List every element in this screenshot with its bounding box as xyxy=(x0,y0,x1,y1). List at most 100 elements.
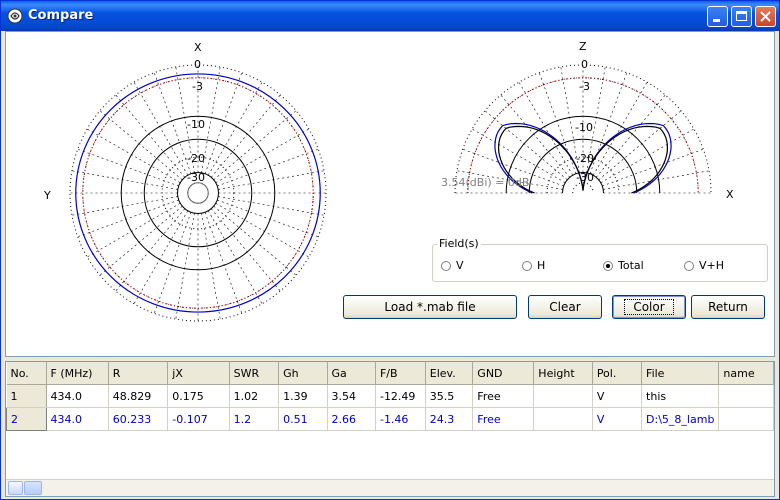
table-cell[interactable]: -1.46 xyxy=(375,407,426,431)
table-cell[interactable]: D:\5_8_lamb xyxy=(641,407,720,431)
table-row[interactable]: 2 434.0 60.233 -0.107 1.2 0.51 2.66 -1.4… xyxy=(6,407,774,431)
results-grid[interactable]: No. F (MHz) R jX SWR Gh Ga F/B Elev. GND… xyxy=(5,361,775,497)
column-header[interactable]: No. xyxy=(6,362,47,385)
elevation-ring-label: 0 xyxy=(581,58,588,71)
gain-reference-caption: 3.54(dBi) = 0dB xyxy=(441,176,530,189)
table-cell[interactable] xyxy=(533,384,593,408)
title-bar[interactable]: Compare xyxy=(1,1,779,31)
table-cell[interactable]: -12.49 xyxy=(375,384,426,408)
azimuth-axis-x-label: X xyxy=(194,41,202,54)
column-header[interactable]: R xyxy=(108,362,169,385)
column-header[interactable]: Ga xyxy=(327,362,376,385)
row-number-cell[interactable]: 2 xyxy=(6,407,47,431)
window-title: Compare xyxy=(28,8,94,23)
table-cell[interactable]: 1.39 xyxy=(278,384,328,408)
table-cell[interactable]: V xyxy=(592,384,643,408)
grid-spoke xyxy=(603,170,710,190)
grid-spoke xyxy=(71,170,178,190)
column-header[interactable]: GND xyxy=(472,362,535,385)
table-cell[interactable]: 60.233 xyxy=(108,407,169,431)
table-cell[interactable]: 0.51 xyxy=(278,407,328,431)
table-cell[interactable]: 48.829 xyxy=(108,384,169,408)
table-cell[interactable]: 1.2 xyxy=(229,407,280,431)
minimize-button[interactable] xyxy=(707,6,728,27)
fields-group-label: Field(s) xyxy=(437,237,481,250)
azimuth-ring-label: -10 xyxy=(187,118,205,131)
table-cell[interactable]: Free xyxy=(472,407,535,431)
series-2-pattern-line xyxy=(582,122,672,194)
azimuth-ring-label: -30 xyxy=(187,171,205,184)
table-cell[interactable]: Free xyxy=(472,384,535,408)
grid-ring xyxy=(161,156,235,230)
column-header[interactable]: File xyxy=(641,362,720,385)
azimuth-grid xyxy=(69,64,327,322)
table-cell[interactable]: V xyxy=(592,407,643,431)
azimuth-axis-y-label: Y xyxy=(43,189,51,202)
grid-ring xyxy=(69,64,327,322)
table-cell[interactable]: 0.175 xyxy=(167,384,230,408)
grid-spoke xyxy=(215,128,310,184)
maximize-button[interactable] xyxy=(731,6,752,27)
azimuth-ring-label: 0 xyxy=(194,58,201,71)
grid-spoke xyxy=(518,81,574,176)
grid-spoke xyxy=(215,202,310,258)
column-header[interactable]: F/B xyxy=(375,362,426,385)
field-radio-v-plus-h[interactable]: V+H xyxy=(684,259,724,272)
table-row[interactable]: 1 434.0 48.829 0.175 1.02 1.39 3.54 -12.… xyxy=(6,384,774,408)
return-button[interactable]: Return xyxy=(691,295,765,319)
scroll-left-arrow-icon[interactable] xyxy=(8,481,23,495)
grid-spoke xyxy=(592,81,648,176)
radio-label: V xyxy=(456,259,464,272)
radio-circle[interactable] xyxy=(684,260,694,271)
grid-spoke xyxy=(86,202,181,258)
table-cell[interactable]: this xyxy=(641,384,720,408)
column-header[interactable]: Height xyxy=(533,362,593,385)
table-cell[interactable]: 35.5 xyxy=(425,384,474,408)
grid-spoke xyxy=(207,81,263,176)
table-cell[interactable]: 24.3 xyxy=(425,407,474,431)
table-cell[interactable] xyxy=(533,407,593,431)
table-cell[interactable]: 2.66 xyxy=(327,407,376,431)
column-header[interactable]: Pol. xyxy=(592,362,643,385)
elevation-axis-z-label: Z xyxy=(579,40,587,53)
table-cell[interactable]: 434.0 xyxy=(46,384,109,408)
table-cell[interactable]: 1.02 xyxy=(229,384,280,408)
table-cell[interactable]: -0.107 xyxy=(167,407,230,431)
scroll-thumb[interactable] xyxy=(24,481,42,495)
column-header[interactable]: Gh xyxy=(278,362,328,385)
color-button[interactable]: Color xyxy=(612,295,686,319)
grid-spoke xyxy=(175,213,195,320)
column-header[interactable]: SWR xyxy=(229,362,280,385)
column-header[interactable]: jX xyxy=(167,362,230,385)
radio-circle[interactable] xyxy=(522,260,532,271)
radio-circle[interactable] xyxy=(603,260,613,271)
column-header[interactable]: Elev. xyxy=(425,362,474,385)
close-icon xyxy=(760,11,771,22)
table-header-row: No. F (MHz) R jX SWR Gh Ga F/B Elev. GND… xyxy=(6,362,774,385)
field-radio-v[interactable]: V xyxy=(441,259,464,272)
elevation-axis-x-label: X xyxy=(726,188,734,201)
horizontal-scrollbar[interactable] xyxy=(6,479,774,496)
radio-circle[interactable] xyxy=(441,260,451,271)
table-cell[interactable]: 434.0 xyxy=(46,407,109,431)
clear-button[interactable]: Clear xyxy=(528,295,602,319)
table-cell[interactable]: 3.54 xyxy=(327,384,376,408)
column-header[interactable]: F (MHz) xyxy=(46,362,109,385)
grid-spoke xyxy=(133,210,189,305)
load-mab-file-button[interactable]: Load *.mab file xyxy=(343,295,517,319)
close-button[interactable] xyxy=(755,6,776,27)
table-cell[interactable] xyxy=(718,384,774,408)
elevation-ring-label: -10 xyxy=(575,121,593,134)
azimuth-ring-label: -20 xyxy=(187,152,205,165)
field-radio-total[interactable]: Total xyxy=(603,259,644,272)
table-cell[interactable] xyxy=(718,407,774,431)
maximize-icon xyxy=(736,11,747,21)
grid-spoke xyxy=(86,128,181,184)
field-radio-h[interactable]: H xyxy=(522,259,545,272)
grid-spoke xyxy=(218,196,325,216)
column-header[interactable]: name xyxy=(718,362,774,385)
radio-label: H xyxy=(537,259,546,272)
row-number-cell[interactable]: 1 xyxy=(6,384,47,408)
radio-label: V+H xyxy=(699,259,725,272)
grid-ring xyxy=(187,182,209,204)
